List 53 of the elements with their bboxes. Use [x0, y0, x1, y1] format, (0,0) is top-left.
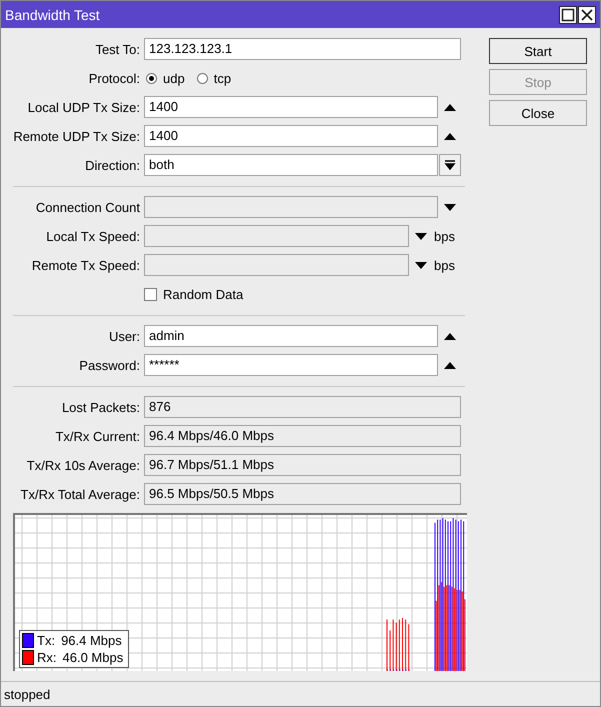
input-field[interactable]: 1400 [144, 96, 438, 118]
input-field[interactable]: admin [144, 325, 438, 347]
field-label: Tx/Rx Current: [54, 428, 141, 444]
dropdown-field[interactable]: both [144, 154, 438, 176]
radio-label: udp [163, 70, 185, 86]
readout-field: 96.4 Mbps/46.0 Mbps [144, 425, 461, 447]
field-label: Remote UDP Tx Size: [12, 128, 141, 144]
radio-button[interactable] [146, 72, 157, 84]
field-label: Password: [78, 358, 141, 372]
radio-label: tcp [214, 70, 232, 86]
field-label: Test To: [94, 42, 141, 56]
field-label: Connection Count [34, 200, 141, 214]
readout-field: 96.5 Mbps/50.5 Mbps [144, 483, 461, 505]
up-arrow-icon[interactable] [444, 132, 456, 140]
field-label: Remote Tx Speed: [30, 258, 141, 272]
input-field[interactable] [144, 196, 438, 218]
checkbox-label: Random Data [163, 286, 244, 302]
input-field[interactable]: 123.123.123.1 [144, 38, 461, 60]
up-arrow-icon[interactable] [444, 332, 456, 340]
legend-value: 46.0 Mbps [62, 650, 124, 665]
maximize-icon[interactable] [559, 6, 577, 24]
legend-value: 96.4 Mbps [61, 633, 122, 648]
field-label: Direction: [84, 158, 141, 172]
input-field[interactable]: 1400 [144, 125, 438, 147]
down-arrow-icon[interactable] [444, 204, 456, 210]
field-label: Tx/Rx 10s Average: [26, 458, 141, 472]
dialog-button[interactable]: Start [489, 38, 587, 64]
window-title: Bandwidth Test [5, 6, 100, 22]
field-label: Lost Packets: [60, 400, 141, 414]
field-label: Local UDP Tx Size: [26, 100, 141, 114]
unit-label: bps [434, 258, 455, 272]
unit-label: bps [434, 228, 455, 244]
legend-label: Rx: [37, 650, 56, 665]
readout-field: 96.7 Mbps/51.1 Mbps [144, 454, 461, 476]
down-arrow-icon[interactable] [415, 232, 427, 240]
up-arrow-icon[interactable] [444, 104, 456, 110]
up-arrow-icon[interactable] [444, 362, 456, 368]
close-icon[interactable] [578, 6, 596, 24]
dropdown-icon[interactable] [439, 154, 461, 176]
checkbox[interactable] [144, 288, 157, 300]
field-label: User: [108, 328, 141, 344]
readout-field: 876 [144, 396, 461, 418]
field-label: Protocol: [88, 70, 141, 86]
status-text: stopped [4, 686, 50, 702]
radio-button[interactable] [196, 72, 208, 84]
field-label: Local Tx Speed: [45, 228, 141, 244]
input-field[interactable]: ****** [144, 354, 438, 376]
field-label: Tx/Rx Total Average: [20, 486, 141, 502]
input-field[interactable] [144, 254, 409, 276]
dialog-button[interactable]: Close [489, 100, 587, 126]
input-field[interactable] [144, 225, 409, 247]
legend-label: Tx: [37, 633, 56, 648]
down-arrow-icon[interactable] [415, 262, 427, 268]
